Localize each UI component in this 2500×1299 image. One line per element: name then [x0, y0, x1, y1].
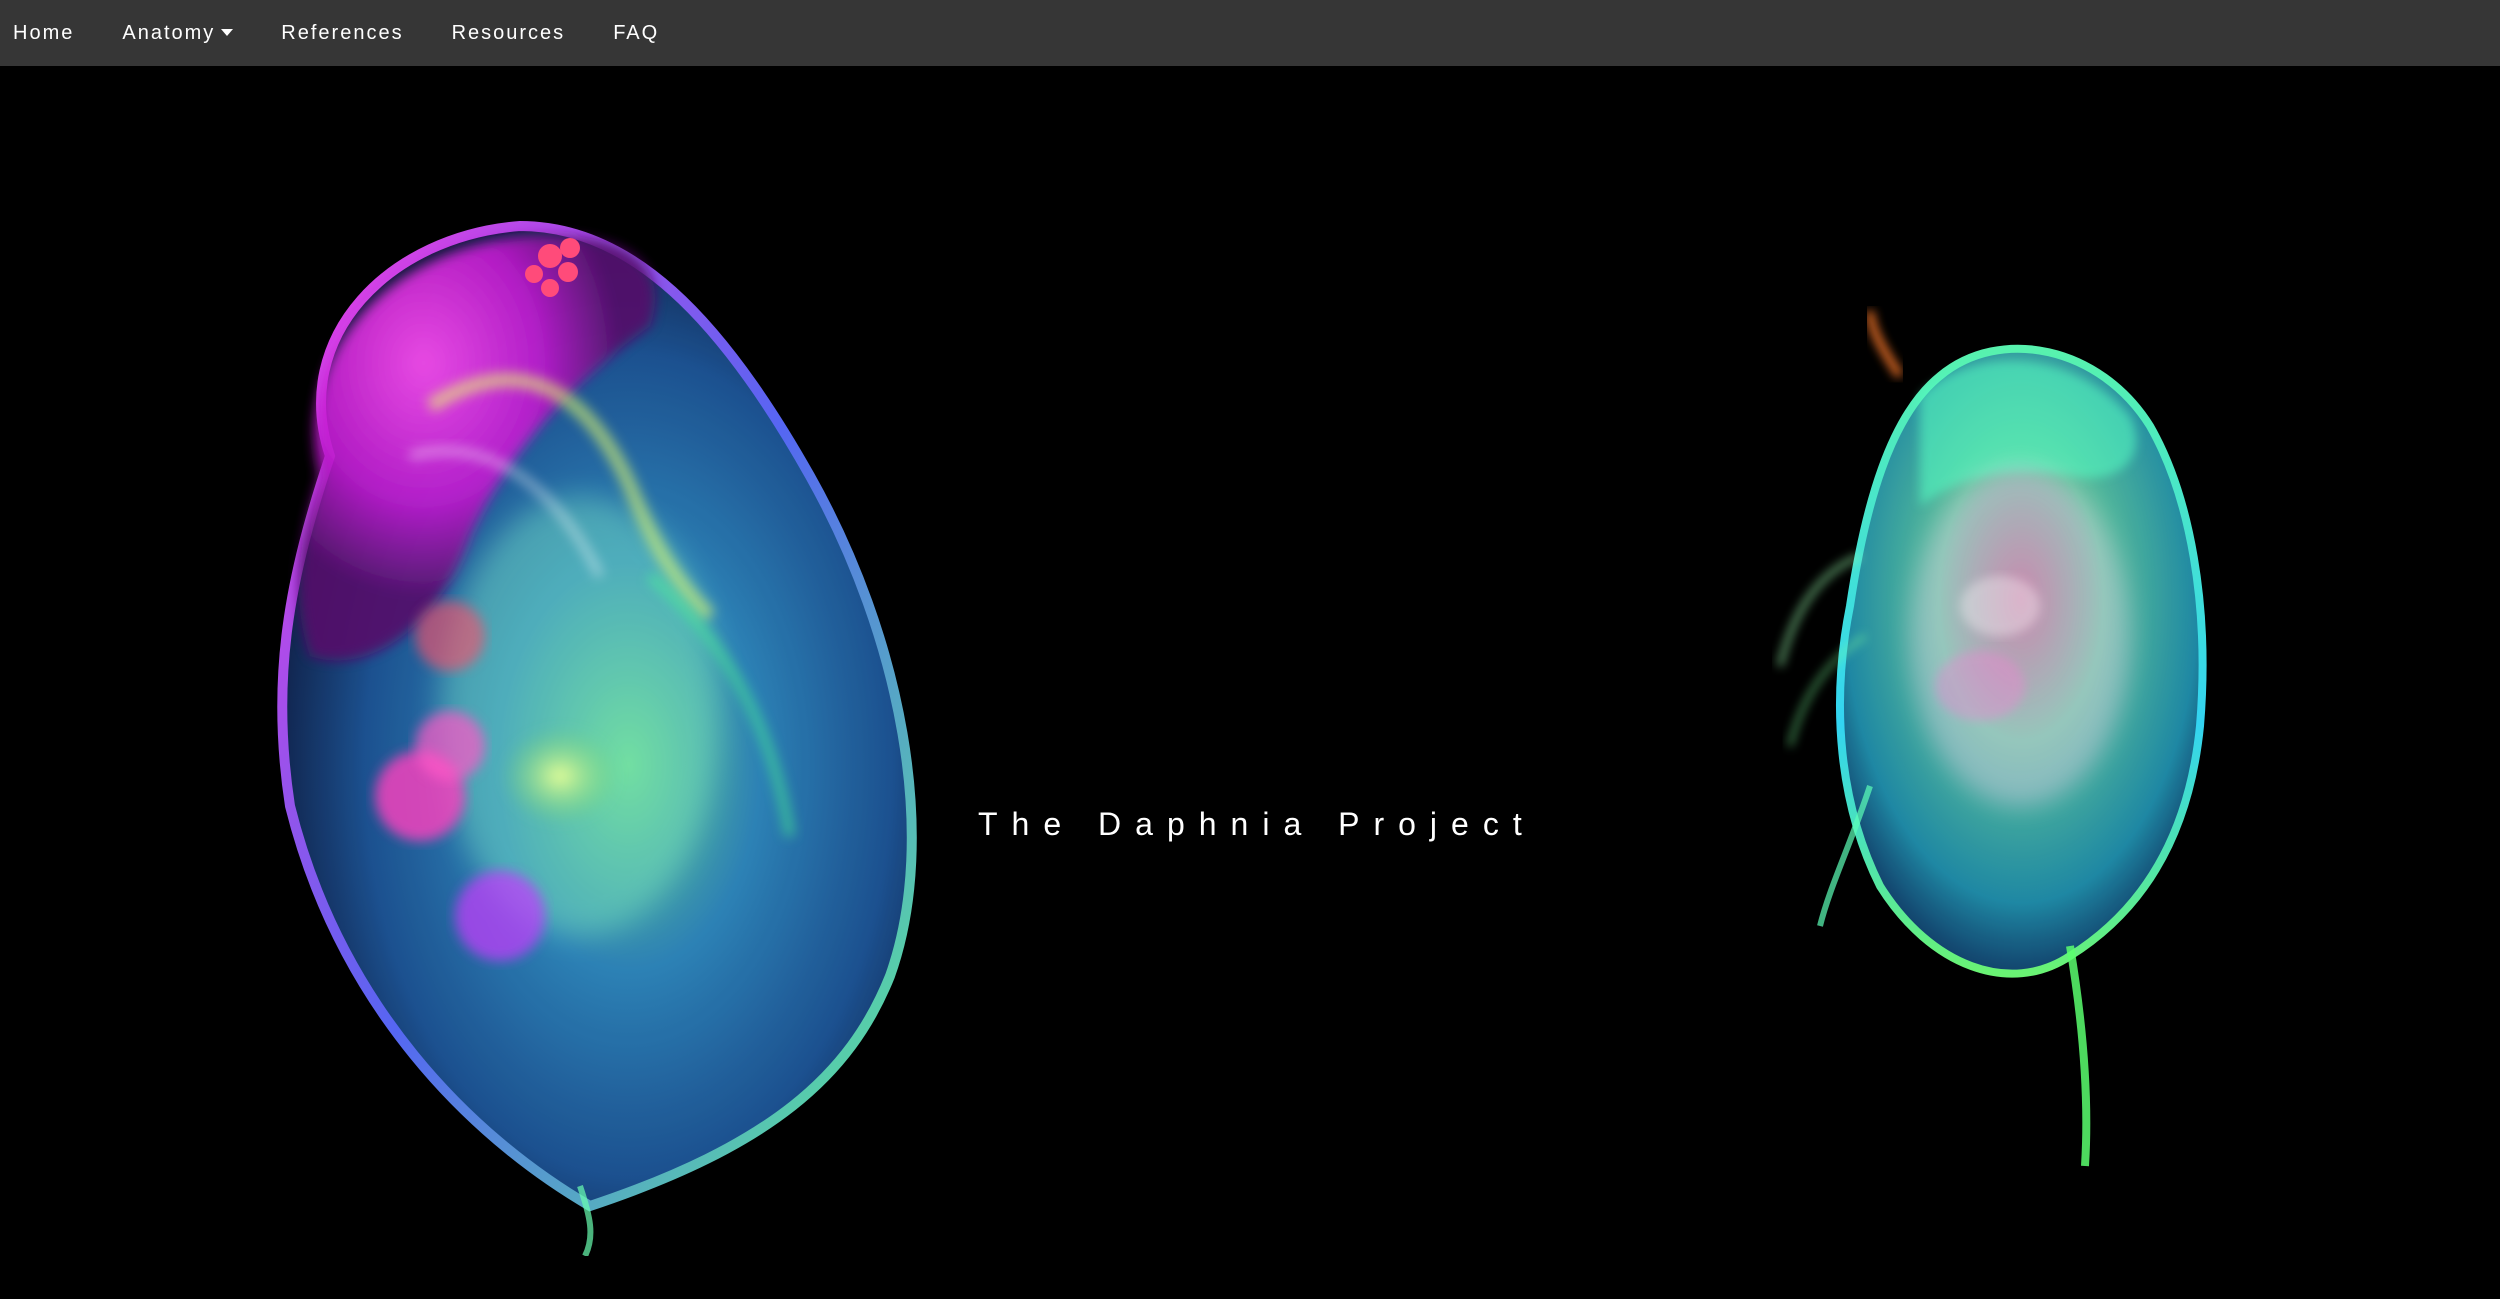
nav-references-link[interactable]: References [281, 22, 403, 45]
hero-section: The Daphnia Project [0, 66, 2500, 1299]
nav-resources-link[interactable]: Resources [452, 22, 566, 45]
top-navbar: Home Anatomy References Resources FAQ [0, 0, 2500, 66]
nav-home-link[interactable]: Home [13, 22, 74, 45]
nav-faq-link[interactable]: FAQ [613, 22, 659, 45]
nav-anatomy-dropdown[interactable]: Anatomy [122, 21, 234, 45]
daphnia-image-left [277, 220, 917, 1256]
hero-title: The Daphnia Project [978, 806, 1536, 842]
daphnia-image-right [1777, 310, 2207, 1167]
nav-anatomy-label: Anatomy [122, 21, 216, 44]
caret-down-icon [221, 28, 234, 36]
